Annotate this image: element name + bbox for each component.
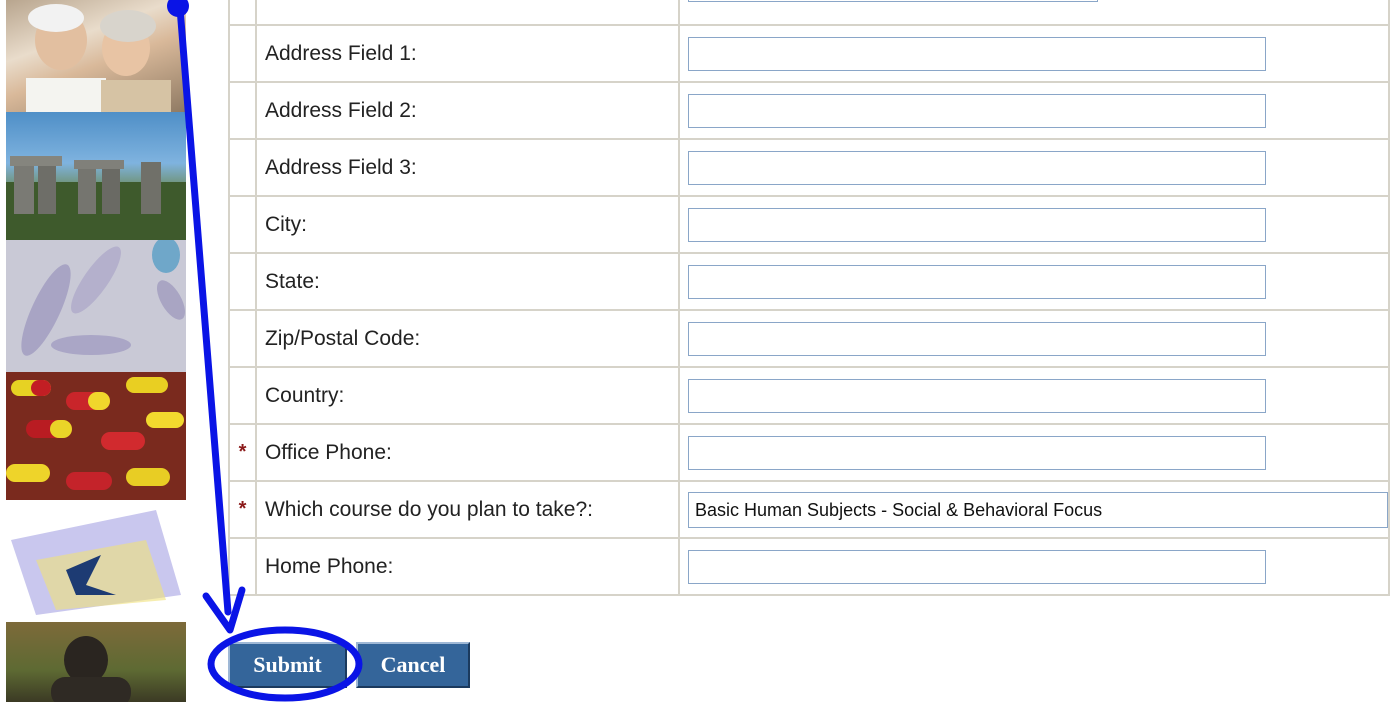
address-field-1-input[interactable] [688,36,1266,71]
required-marker: * [238,441,247,463]
required-cell [228,252,257,311]
annotation-arrow-shaft [176,4,232,616]
field-cell [678,423,1390,482]
office-phone-input[interactable] [688,435,1266,470]
capsules-photo [6,372,186,500]
table-row: Country: [228,366,1390,425]
field-label: Office Phone: [254,423,681,482]
microorganism-photo [6,240,186,372]
field-cell [678,81,1390,140]
partial-select-field[interactable] [688,0,1098,2]
home-phone-input[interactable] [688,549,1266,584]
field-label: Address Field 2: [254,81,681,140]
required-cell [228,0,257,26]
field-cell [678,366,1390,425]
country-input[interactable] [688,378,1266,413]
field-cell [678,195,1390,254]
annotation-arrow-head [202,586,246,634]
field-label: Country: [254,366,681,425]
photo-strip [0,0,186,702]
required-cell: * [228,480,257,539]
table-row: Home Phone: [228,537,1390,596]
required-cell [228,366,257,425]
course-select[interactable]: Basic Human Subjects - Social & Behavior… [688,491,1388,528]
field-label: Which course do you plan to take?: [254,480,681,539]
city-input[interactable] [688,207,1266,242]
table-row: State: [228,252,1390,311]
field-cell: Basic Human Subjects - Social & Behavior… [678,480,1390,539]
state-input[interactable] [688,264,1266,299]
required-cell [228,81,257,140]
field-label: Zip/Postal Code: [254,309,681,368]
address-field-3-input[interactable] [688,150,1266,185]
field-cell [678,138,1390,197]
field-cell [678,0,1390,26]
table-row: Zip/Postal Code: [228,309,1390,368]
field-label: Address Field 3: [254,138,681,197]
field-cell [678,252,1390,311]
field-label: Address Field 1: [254,24,681,83]
registration-form-table: Address Field 1: Address Field 2: Addres… [228,0,1390,596]
field-cell [678,537,1390,596]
table-row [228,0,1390,26]
submit-button[interactable]: Submit [228,642,347,688]
field-cell [678,24,1390,83]
required-cell [228,309,257,368]
gorilla-photo [6,622,186,702]
table-row: * Office Phone: [228,423,1390,482]
stonehenge-photo [6,112,186,240]
table-row: Address Field 2: [228,81,1390,140]
required-marker: * [238,498,247,520]
cancel-button[interactable]: Cancel [356,642,470,688]
field-label-cut-off [254,0,681,26]
table-row: Address Field 3: [228,138,1390,197]
table-row: City: [228,195,1390,254]
elderly-couple-photo [6,0,186,112]
butterfly-card-photo [6,500,186,622]
zip-postal-code-input[interactable] [688,321,1266,356]
required-cell [228,195,257,254]
required-cell: * [228,423,257,482]
required-cell [228,138,257,197]
address-field-2-input[interactable] [688,93,1266,128]
required-cell [228,24,257,83]
required-cell [228,537,257,596]
field-cell [678,309,1390,368]
field-label: City: [254,195,681,254]
field-label: State: [254,252,681,311]
table-row: Address Field 1: [228,24,1390,83]
field-label: Home Phone: [254,537,681,596]
table-row: * Which course do you plan to take?: Bas… [228,480,1390,539]
